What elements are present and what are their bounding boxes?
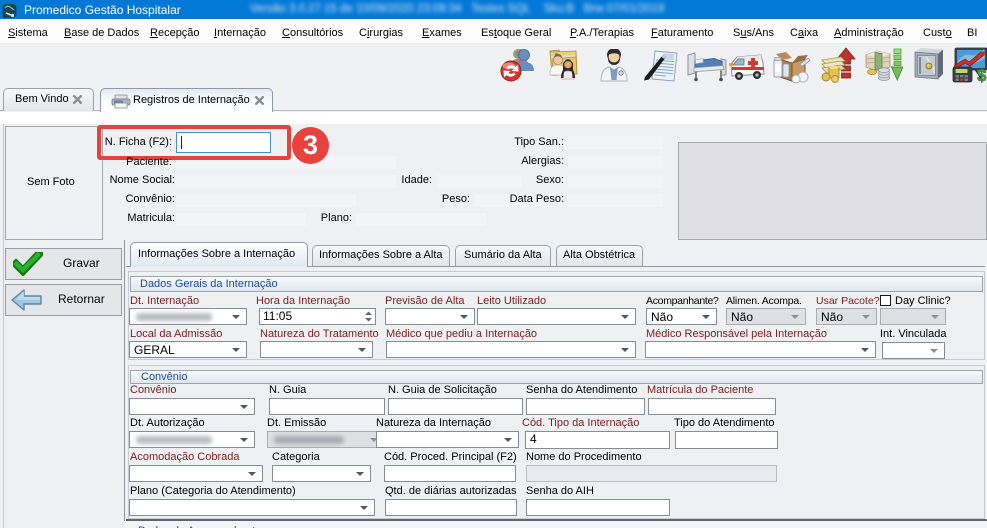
svg-text:$: $ xyxy=(977,66,987,84)
